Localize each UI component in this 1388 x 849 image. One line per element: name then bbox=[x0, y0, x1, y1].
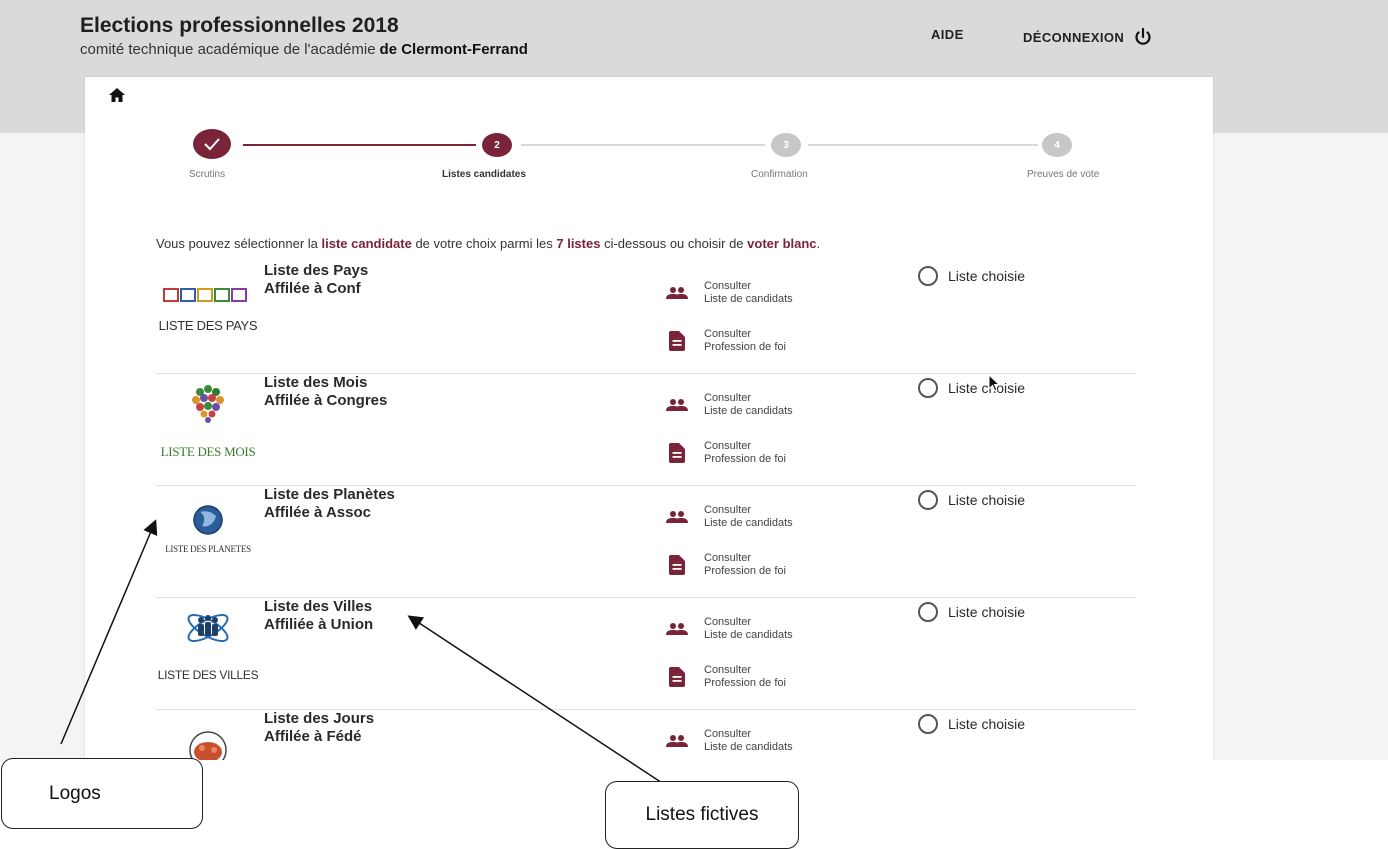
document-icon bbox=[669, 555, 685, 575]
list-affiliation: Affilée à Fédé bbox=[264, 728, 362, 745]
logo-text-villes: LISTE DES VILLES bbox=[157, 668, 259, 682]
step-line-3 bbox=[808, 144, 1038, 146]
home-icon[interactable] bbox=[108, 87, 126, 103]
people-icon bbox=[666, 735, 688, 747]
help-link[interactable]: AIDE bbox=[931, 27, 964, 42]
logo-mois: LISTE DES MOIS bbox=[156, 374, 260, 474]
radio-label: Liste choisie bbox=[948, 716, 1026, 732]
list-name: Liste des Jours bbox=[264, 710, 375, 727]
list-row-jours: Liste des Jours Affilée à Fédé Consulter… bbox=[156, 710, 1136, 760]
step-line-1 bbox=[243, 144, 476, 146]
list-affiliation: Affiliée à Union bbox=[264, 616, 374, 633]
logo-text-planetes: LISTE DES PLANETES bbox=[165, 544, 251, 554]
radio-label: Liste choisie bbox=[948, 268, 1026, 284]
profession-link[interactable]: Consulter Profession de foi bbox=[666, 328, 786, 354]
candidates-link[interactable]: Consulter Liste de candidats bbox=[666, 392, 793, 418]
subtitle-prefix: comité technique académique de l'académi… bbox=[80, 41, 376, 58]
intro-text: Vous pouvez sélectionner la liste candid… bbox=[156, 236, 821, 251]
page-subtitle: comité technique académique de l'académi… bbox=[80, 41, 528, 58]
list-name: Liste des Pays bbox=[264, 262, 369, 279]
radio-circle[interactable] bbox=[918, 378, 938, 398]
logo-planetes: LISTE DES PLANETES bbox=[156, 486, 260, 586]
step-3-label: Confirmation bbox=[751, 169, 808, 180]
logo-pays: LISTE DES PAYS bbox=[156, 262, 260, 362]
people-orbit-logo bbox=[187, 614, 229, 642]
logo-text-pays: LISTE DES PAYS bbox=[158, 318, 258, 333]
people-icon bbox=[666, 623, 688, 635]
step-2-label: Listes candidates bbox=[442, 169, 526, 180]
logo-villes: LISTE DES VILLES bbox=[156, 598, 260, 698]
radio-circle[interactable] bbox=[918, 490, 938, 510]
list-row-villes: LISTE DES VILLES Liste des Villes Affili… bbox=[156, 598, 1136, 710]
globe-logo bbox=[193, 505, 223, 535]
list-affiliation: Affilée à Congres bbox=[264, 392, 388, 409]
document-icon bbox=[669, 667, 685, 687]
mouse-cursor-icon bbox=[988, 374, 1000, 392]
app-window: Elections professionnelles 2018 comité t… bbox=[0, 0, 1388, 760]
list-row-planetes: LISTE DES PLANETES Liste des Planètes Af… bbox=[156, 486, 1136, 598]
document-icon bbox=[669, 443, 685, 463]
people-icon bbox=[666, 399, 688, 411]
emblem-logo bbox=[189, 731, 227, 760]
callout-logos: Logos bbox=[1, 758, 203, 829]
check-icon bbox=[204, 138, 220, 151]
list-name: Liste des Planètes bbox=[264, 486, 395, 503]
step-1-circle[interactable] bbox=[193, 129, 231, 159]
step-4-label: Preuves de vote bbox=[1027, 169, 1100, 180]
list-name: Liste des Villes bbox=[264, 598, 373, 615]
candidates-link[interactable]: Consulter Liste de candidats bbox=[666, 504, 793, 530]
radio-label: Liste choisie bbox=[948, 492, 1026, 508]
list-affiliation: Affilée à Assoc bbox=[264, 504, 371, 521]
subtitle-academy: de Clermont-Ferrand bbox=[379, 41, 528, 58]
radio-label: Liste choisie bbox=[948, 380, 1026, 396]
radio-label: Liste choisie bbox=[948, 604, 1026, 620]
power-icon bbox=[1135, 27, 1151, 45]
radio-choose-mois[interactable]: Liste choisie bbox=[918, 378, 1025, 398]
candidates-link[interactable]: Consulter Liste de candidats bbox=[666, 616, 793, 642]
profession-link[interactable]: Consulter Profession de foi bbox=[666, 552, 786, 578]
logout-label: DÉCONNEXION bbox=[1023, 29, 1125, 45]
heart-fruit-logo bbox=[192, 385, 224, 423]
callout-lists: Listes fictives bbox=[605, 781, 799, 849]
people-icon bbox=[666, 287, 688, 299]
radio-circle[interactable] bbox=[918, 266, 938, 286]
radio-choose-villes[interactable]: Liste choisie bbox=[918, 602, 1025, 622]
radio-circle[interactable] bbox=[918, 602, 938, 622]
candidates-link[interactable]: Consulter Liste de candidats bbox=[666, 728, 793, 754]
candidates-link[interactable]: Consulter Liste de candidats bbox=[666, 280, 793, 306]
radio-choose-jours[interactable]: Liste choisie bbox=[918, 714, 1025, 734]
step-line-2 bbox=[521, 144, 765, 146]
list-affiliation: Affilée à Conf bbox=[264, 280, 361, 297]
logo-text-mois: LISTE DES MOIS bbox=[160, 444, 256, 459]
step-3-circle: 3 bbox=[771, 133, 801, 157]
step-1-label: Scrutins bbox=[189, 169, 226, 180]
radio-choose-planetes[interactable]: Liste choisie bbox=[918, 490, 1025, 510]
radio-choose-pays[interactable]: Liste choisie bbox=[918, 266, 1025, 286]
step-4-circle: 4 bbox=[1042, 133, 1072, 157]
list-name: Liste des Mois bbox=[264, 374, 368, 391]
page-title: Elections professionnelles 2018 bbox=[80, 14, 399, 37]
people-icon bbox=[666, 511, 688, 523]
profession-link[interactable]: Consulter Profession de foi bbox=[666, 664, 786, 690]
logo-jours bbox=[156, 710, 260, 760]
profession-link[interactable]: Consulter Profession de foi bbox=[666, 440, 786, 466]
radio-circle[interactable] bbox=[918, 714, 938, 734]
logout-button[interactable]: DÉCONNEXION bbox=[1023, 27, 1153, 47]
document-icon bbox=[669, 331, 685, 351]
list-row-pays: LISTE DES PAYS Liste des Pays Affilée à … bbox=[156, 262, 1136, 374]
step-2-circle: 2 bbox=[482, 133, 512, 157]
